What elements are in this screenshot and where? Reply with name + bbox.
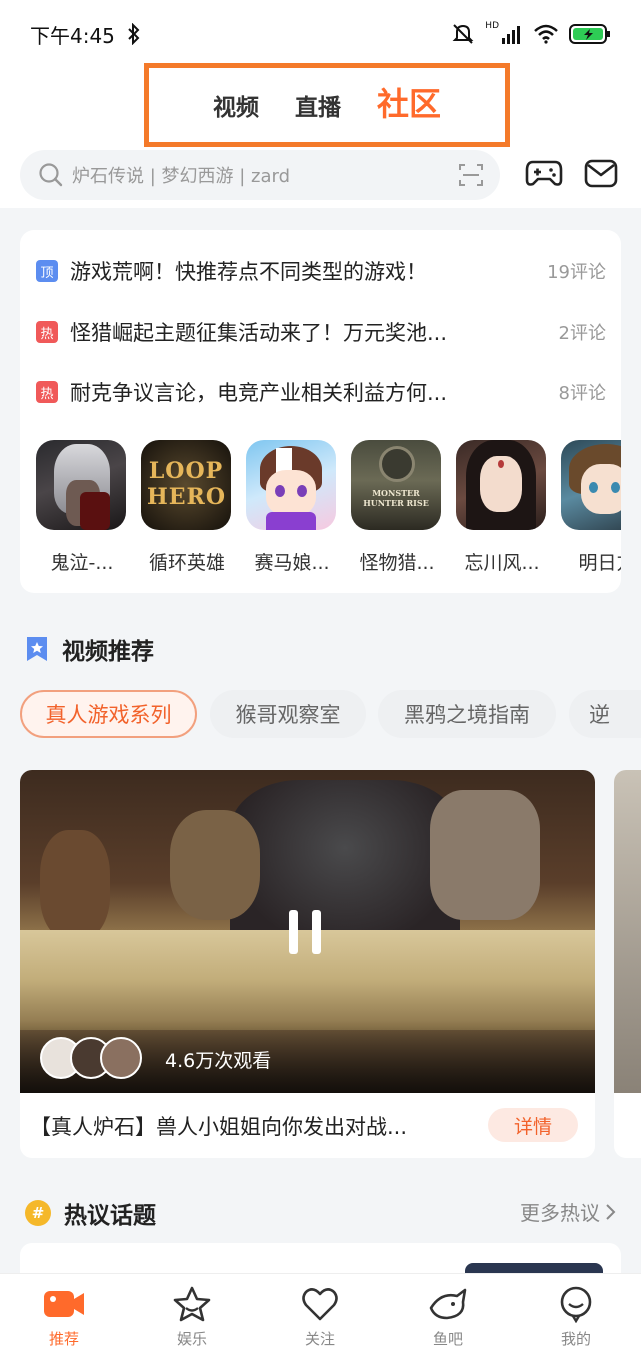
chip-monkey-observation[interactable]: 猴哥观察室: [210, 690, 366, 738]
search-placeholder: 炉石传说 | 梦幻西游 | zard: [72, 166, 291, 187]
nav-follow[interactable]: 关注: [280, 1284, 360, 1349]
nav-label: 关注: [304, 1330, 335, 1348]
hot-tag: 热: [36, 321, 58, 343]
network-type: HD: [485, 21, 499, 31]
game-list: 鬼泣-... LOOP HERO 循环英雄 赛马娘... MONSTER HUN…: [36, 440, 621, 580]
discussion-section-title: 热议话题: [64, 1203, 156, 1229]
detail-button[interactable]: 详情: [488, 1108, 578, 1142]
game-item[interactable]: 忘川风...: [456, 440, 548, 575]
signal-icon: [502, 26, 520, 44]
nav-label: 鱼吧: [432, 1330, 463, 1348]
video-thumbnail[interactable]: 4.6万次观看: [20, 770, 595, 1093]
search-input[interactable]: 炉石传说 | 梦幻西游 | zard: [20, 150, 500, 200]
game-item[interactable]: 明日方: [561, 440, 621, 575]
topic-title: 耐克争议言论，电竞产业相关利益方何...: [70, 381, 448, 405]
hot-tag: 热: [36, 381, 58, 403]
topic-title: 游戏荒啊！快推荐点不同类型的游戏！: [70, 260, 427, 284]
search-row: 炉石传说 | 梦幻西游 | zard: [0, 150, 641, 206]
video-title[interactable]: 【真人炉石】兽人小姐姐向你发出对战...: [30, 1111, 407, 1141]
nav-label: 娱乐: [176, 1330, 207, 1348]
game-label: 赛马娘...: [254, 552, 330, 574]
video-section-header: 视频推荐: [24, 632, 154, 666]
game-cover: [561, 440, 621, 530]
wifi-icon: [534, 24, 558, 44]
game-item[interactable]: MONSTER HUNTER RISE 怪物猎...: [351, 440, 443, 575]
video-section-title: 视频推荐: [62, 639, 154, 665]
hot-topics-card: 顶 游戏荒啊！快推荐点不同类型的游戏！ 19评论 热 怪猎崛起主题征集活动来了！…: [20, 230, 621, 593]
nav-label: 我的: [560, 1330, 591, 1348]
game-label: 明日方: [578, 552, 621, 574]
bottom-nav: 推荐 娱乐 关注 鱼吧 我的: [0, 1273, 641, 1353]
message-icon[interactable]: [584, 156, 618, 190]
scan-icon[interactable]: [458, 162, 484, 188]
tab-video[interactable]: 视频: [213, 88, 259, 122]
bookmark-star-icon: [27, 637, 47, 661]
nav-entertainment[interactable]: 娱乐: [152, 1284, 232, 1349]
game-logo-text: MONSTER HUNTER RISE: [363, 488, 429, 508]
viewer-avatars: [40, 1037, 150, 1079]
star-icon: [173, 1286, 211, 1322]
gamepad-icon[interactable]: [525, 156, 563, 190]
video-card-next[interactable]: [614, 770, 641, 1158]
video-chip-bar: 真人游戏系列 猴哥观察室 黑鸦之境指南 逆: [20, 690, 641, 740]
top-tag: 顶: [36, 260, 58, 282]
game-item[interactable]: 鬼泣-...: [36, 440, 128, 575]
game-item[interactable]: 赛马娘...: [246, 440, 338, 575]
status-time: 下午4:45: [30, 23, 115, 48]
game-cover: [246, 440, 336, 530]
topic-item[interactable]: 顶 游戏荒啊！快推荐点不同类型的游戏！ 19评论: [36, 251, 606, 291]
game-label: 怪物猎...: [359, 552, 435, 574]
game-label: 忘川风...: [464, 552, 540, 574]
game-cover: [36, 440, 126, 530]
game-cover: MONSTER HUNTER RISE: [351, 440, 441, 530]
profile-icon: [560, 1286, 592, 1323]
topic-comment-count: 19评论: [547, 262, 606, 283]
fish-icon: [429, 1288, 467, 1320]
nav-fishbar[interactable]: 鱼吧: [408, 1284, 488, 1349]
chip-black-crow-guide[interactable]: 黑鸦之境指南: [378, 690, 556, 738]
topic-item[interactable]: 热 怪猎崛起主题征集活动来了！万元奖池... 2评论: [36, 312, 606, 352]
game-cover: LOOP HERO: [141, 440, 231, 530]
topic-comment-count: 8评论: [558, 383, 606, 404]
tab-community[interactable]: 社区: [377, 79, 441, 125]
topic-comment-count: 2评论: [558, 323, 606, 344]
tab-bar: 视频 直播 社区: [144, 63, 510, 147]
battery-icon: [569, 24, 610, 44]
game-item[interactable]: LOOP HERO 循环英雄: [141, 440, 233, 575]
pause-icon[interactable]: [289, 910, 329, 954]
hashtag-icon: #: [25, 1200, 51, 1226]
bluetooth-icon: [128, 23, 140, 45]
discussion-section-header: # 热议话题: [24, 1196, 156, 1230]
video-card[interactable]: 4.6万次观看 【真人炉石】兽人小姐姐向你发出对战... 详情: [20, 770, 595, 1158]
nav-recommend[interactable]: 推荐: [24, 1284, 104, 1349]
tab-live[interactable]: 直播: [295, 88, 341, 122]
game-cover: [456, 440, 546, 530]
more-discussion-label: 更多热议: [520, 1201, 600, 1225]
top-header: 视频 直播 社区 炉石传说 | 梦幻西游 | zard: [0, 58, 641, 208]
chip-more[interactable]: 逆: [569, 690, 641, 738]
nav-me[interactable]: 我的: [536, 1284, 616, 1349]
topic-item[interactable]: 热 耐克争议言论，电竞产业相关利益方何... 8评论: [36, 372, 606, 412]
avatar: [100, 1037, 142, 1079]
heart-icon: [302, 1288, 338, 1321]
chip-real-game-series[interactable]: 真人游戏系列: [20, 690, 197, 738]
more-discussion-link[interactable]: 更多热议: [520, 1197, 616, 1226]
topic-title: 怪猎崛起主题征集活动来了！万元奖池...: [70, 321, 448, 345]
mute-alarm-icon: [452, 24, 474, 44]
game-label: 鬼泣-...: [50, 552, 114, 574]
nav-label: 推荐: [48, 1330, 79, 1348]
chevron-right-icon: [606, 1203, 616, 1220]
game-label: 循环英雄: [148, 552, 225, 574]
svg-text:#: #: [32, 1204, 45, 1222]
search-icon: [39, 163, 63, 187]
game-logo-text: LOOP HERO: [147, 458, 227, 510]
view-count: 4.6万次观看: [165, 1050, 272, 1072]
video-camera-icon: [44, 1291, 84, 1317]
